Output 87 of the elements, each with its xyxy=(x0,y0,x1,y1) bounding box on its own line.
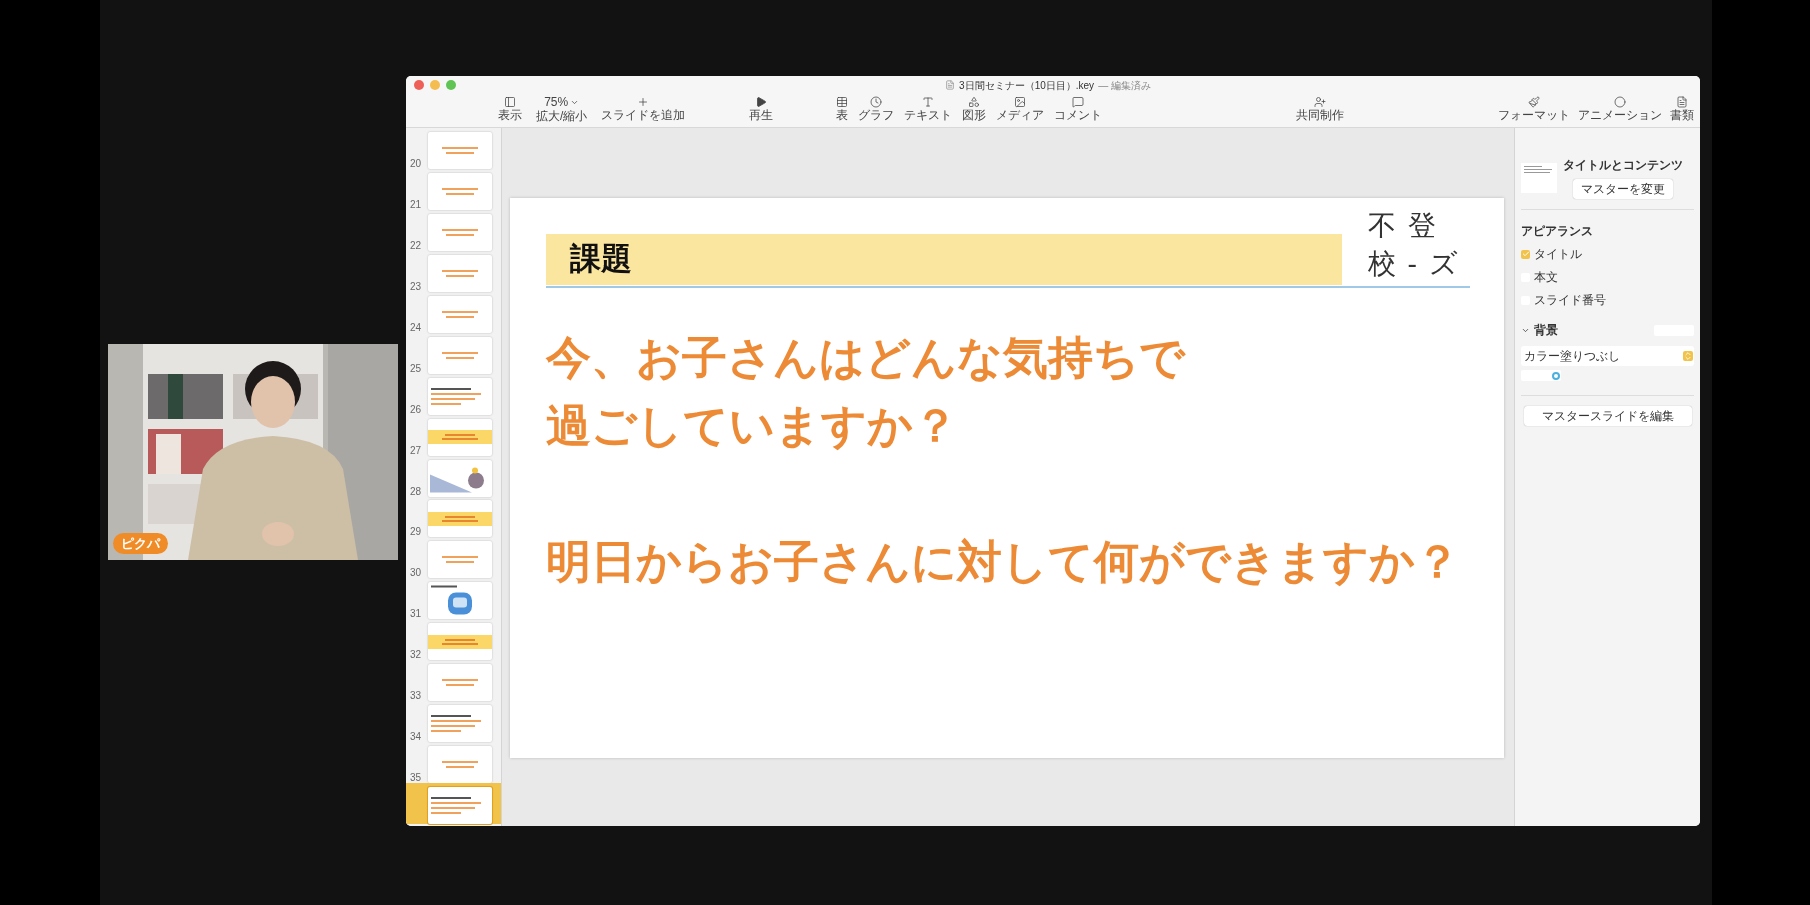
slide-number: 25 xyxy=(410,362,423,374)
window-title: 3日間セミナー（10日目）.key xyxy=(959,78,1095,93)
toolbar-button[interactable]: アニメーション xyxy=(1576,96,1664,122)
slide-number: 32 xyxy=(410,649,423,661)
slide-thumbnail[interactable] xyxy=(428,746,492,784)
slide-number: 35 xyxy=(410,772,423,784)
document-icon xyxy=(1676,96,1688,108)
toolbar-button[interactable]: グラフ xyxy=(856,96,896,122)
circle-icon xyxy=(1614,96,1626,108)
slide-thumbnail[interactable] xyxy=(428,336,492,374)
close-button[interactable] xyxy=(414,80,424,90)
slide-thumbnail[interactable] xyxy=(428,459,492,497)
plus-icon xyxy=(637,96,650,108)
comment-icon xyxy=(1072,96,1084,108)
text-icon xyxy=(922,96,934,108)
checkbox-label: タイトル xyxy=(1534,246,1582,263)
toolbar-button[interactable]: 書類 xyxy=(1668,96,1696,122)
layout-name: タイトルとコンテンツ xyxy=(1563,157,1683,174)
toolbar-button[interactable]: メディア xyxy=(994,96,1046,122)
slide-number: 23 xyxy=(410,280,423,292)
slide-text: 今、お子さんはどんな気持ちで xyxy=(546,331,1187,385)
toolbar-button[interactable]: 図形 xyxy=(960,96,988,122)
slide-text: 明日からお子さんに対して何ができますか？ xyxy=(546,535,1461,589)
slide-number: 21 xyxy=(410,198,423,210)
toolbar-button[interactable]: テキスト xyxy=(902,96,954,122)
slide-thumbnail[interactable] xyxy=(428,132,492,169)
checkbox[interactable] xyxy=(1521,249,1530,259)
toolbar-button[interactable]: 再生 xyxy=(746,96,775,122)
tool-label: 拡大/縮小 xyxy=(536,110,588,123)
slide-thumbnail[interactable] xyxy=(428,705,492,743)
slide-thumbnail[interactable] xyxy=(428,172,492,210)
slide-title: 課題 xyxy=(570,240,632,279)
logo-text: 校-ズ xyxy=(1367,246,1470,282)
change-master-button[interactable]: マスターを変更 xyxy=(1573,179,1673,199)
slide-number: 31 xyxy=(410,608,423,620)
color-wheel-icon xyxy=(1552,371,1560,380)
toolbar-button[interactable]: コメント xyxy=(1052,96,1104,122)
slide-thumbnail[interactable] xyxy=(428,418,492,456)
section-heading: アピアランス xyxy=(1521,223,1594,240)
play-icon xyxy=(754,96,767,108)
toolbar-button[interactable]: フォーマット xyxy=(1496,96,1572,122)
document-icon xyxy=(945,80,956,90)
sidebar-icon xyxy=(504,96,516,108)
slide-thumbnail[interactable] xyxy=(428,254,492,292)
checkbox-label: 本文 xyxy=(1534,269,1558,286)
slide-thumbnail[interactable] xyxy=(428,213,492,251)
toolbar-button[interactable]: 表示 xyxy=(496,96,524,123)
toolbar-button[interactable]: スライドを追加 xyxy=(599,96,688,123)
slide-number: 30 xyxy=(410,567,423,579)
edited-status: — 編集済み xyxy=(1098,78,1151,93)
slide-number: 34 xyxy=(410,731,423,743)
fill-select[interactable]: カラー塗りつぶし xyxy=(1521,346,1694,366)
shapes-icon xyxy=(968,96,980,108)
edit-master-button[interactable]: マスタースライドを編集 xyxy=(1523,406,1692,426)
slide-number: 22 xyxy=(410,239,423,251)
slide-thumbnail[interactable] xyxy=(428,582,492,620)
toolbar-button[interactable]: 表 xyxy=(834,96,850,122)
color-well[interactable] xyxy=(1521,370,1561,381)
slide-number: 24 xyxy=(410,321,423,333)
slide-thumbnail[interactable] xyxy=(428,295,492,333)
slide-number: 33 xyxy=(410,690,423,702)
zoom-value: 75% xyxy=(544,96,580,108)
slide-number: 26 xyxy=(410,403,423,415)
table-icon xyxy=(836,96,848,108)
layout-preview xyxy=(1521,162,1557,193)
slide-thumbnail[interactable] xyxy=(428,623,492,661)
slide-text: 過ごしていますか？ xyxy=(546,399,959,453)
slide-number: 28 xyxy=(410,485,423,497)
paintbrush-icon xyxy=(1528,96,1540,108)
slide-thumbnail[interactable] xyxy=(428,500,492,538)
slide-thumbnail[interactable] xyxy=(428,377,492,415)
toolbar-button[interactable]: 共同制作 xyxy=(1294,96,1346,122)
zoom-window-button[interactable] xyxy=(446,80,456,90)
user-plus-icon xyxy=(1314,96,1326,108)
slide-number: 29 xyxy=(410,526,423,538)
slide-number: 27 xyxy=(410,444,423,456)
minimize-button[interactable] xyxy=(430,80,440,90)
slide-thumbnail[interactable] xyxy=(428,787,492,824)
slide-number: 20 xyxy=(410,158,423,169)
zoom-button[interactable]: 75% 拡大/縮小 xyxy=(534,96,590,123)
section-heading: 背景 xyxy=(1534,322,1558,339)
updown-icon xyxy=(1683,351,1693,361)
slide-thumbnail[interactable] xyxy=(428,664,492,702)
image-icon xyxy=(1014,96,1026,108)
slide-thumbnail[interactable] xyxy=(428,541,492,579)
checkbox-label: スライド番号 xyxy=(1534,292,1606,309)
logo-text: 不登 xyxy=(1367,208,1449,244)
